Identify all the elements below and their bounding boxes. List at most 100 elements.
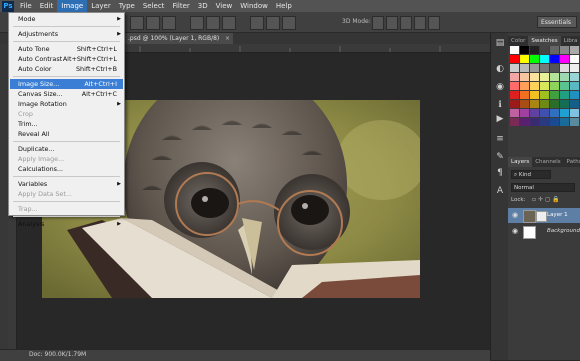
swatch[interactable] bbox=[530, 91, 539, 99]
swatch[interactable] bbox=[570, 73, 579, 81]
swatch[interactable] bbox=[520, 109, 529, 117]
swatch[interactable] bbox=[530, 55, 539, 63]
swatch[interactable] bbox=[520, 91, 529, 99]
swatch[interactable] bbox=[520, 118, 529, 126]
swatch[interactable] bbox=[550, 118, 559, 126]
swatch[interactable] bbox=[540, 73, 549, 81]
swatch[interactable] bbox=[560, 46, 569, 54]
menu-item-adjustments[interactable]: Adjustments ▶ bbox=[10, 29, 123, 39]
menu-edit[interactable]: Edit bbox=[36, 0, 58, 12]
distribute-button-4[interactable] bbox=[250, 16, 264, 30]
swatch[interactable] bbox=[570, 118, 579, 126]
swatch[interactable] bbox=[530, 109, 539, 117]
swatch[interactable] bbox=[540, 109, 549, 117]
swatch[interactable] bbox=[550, 91, 559, 99]
swatch[interactable] bbox=[550, 55, 559, 63]
swatch[interactable] bbox=[510, 64, 519, 72]
menu-item-auto-color[interactable]: Auto Color Shift+Ctrl+B bbox=[10, 64, 123, 74]
menu-item-canvas-size[interactable]: Canvas Size... Alt+Ctrl+C bbox=[10, 89, 123, 99]
swatch[interactable] bbox=[560, 100, 569, 108]
swatch[interactable] bbox=[570, 109, 579, 117]
3d-roll-button[interactable] bbox=[386, 16, 398, 30]
swatch[interactable] bbox=[530, 73, 539, 81]
swatch[interactable] bbox=[510, 109, 519, 117]
3d-rotate-button[interactable] bbox=[372, 16, 384, 30]
history-icon[interactable]: ▤ bbox=[494, 37, 506, 49]
swatch[interactable] bbox=[550, 73, 559, 81]
swatch[interactable] bbox=[510, 82, 519, 90]
swatch[interactable] bbox=[570, 82, 579, 90]
menu-item-image-rotation[interactable]: Image Rotation ▶ bbox=[10, 99, 123, 109]
eye-icon[interactable]: ◉ bbox=[512, 211, 518, 219]
swatch[interactable] bbox=[520, 64, 529, 72]
swatch[interactable] bbox=[540, 118, 549, 126]
menu-layer[interactable]: Layer bbox=[87, 0, 115, 12]
align-right-button[interactable] bbox=[162, 16, 176, 30]
swatch[interactable] bbox=[510, 55, 519, 63]
lock-icons[interactable]: ▫✛◻🔒 bbox=[532, 196, 574, 203]
tab-libraries[interactable]: Libra bbox=[561, 36, 580, 46]
blend-mode-select[interactable]: Normal bbox=[511, 183, 575, 192]
swatch[interactable] bbox=[530, 100, 539, 108]
swatch[interactable] bbox=[570, 64, 579, 72]
swatch[interactable] bbox=[550, 64, 559, 72]
swatch[interactable] bbox=[550, 82, 559, 90]
menu-image[interactable]: Image bbox=[57, 0, 88, 12]
menu-item-trim[interactable]: Trim... bbox=[10, 119, 123, 129]
swatch[interactable] bbox=[550, 100, 559, 108]
swatch[interactable] bbox=[560, 91, 569, 99]
swatch[interactable] bbox=[540, 46, 549, 54]
menu-item-calculations[interactable]: Calculations... bbox=[10, 164, 123, 174]
distribute-button-2[interactable] bbox=[206, 16, 220, 30]
swatch[interactable] bbox=[570, 46, 579, 54]
swatch[interactable] bbox=[570, 91, 579, 99]
menu-item-auto-contrast[interactable]: Auto Contrast Alt+Shift+Ctrl+L bbox=[10, 54, 123, 64]
swatch[interactable] bbox=[570, 55, 579, 63]
styles-icon[interactable]: ◉ bbox=[494, 81, 506, 93]
menu-file[interactable]: File bbox=[16, 0, 36, 12]
tab-layers[interactable]: Layers bbox=[508, 157, 533, 167]
swatch[interactable] bbox=[510, 118, 519, 126]
swatch[interactable] bbox=[510, 91, 519, 99]
tab-paths[interactable]: Paths bbox=[564, 157, 580, 167]
actions-icon[interactable]: ▶ bbox=[494, 113, 506, 125]
swatch[interactable] bbox=[540, 100, 549, 108]
swatch[interactable] bbox=[560, 73, 569, 81]
close-icon[interactable]: × bbox=[225, 33, 230, 44]
swatch[interactable] bbox=[540, 55, 549, 63]
swatch[interactable] bbox=[560, 118, 569, 126]
distribute-button-6[interactable] bbox=[282, 16, 296, 30]
menu-item-auto-tone[interactable]: Auto Tone Shift+Ctrl+L bbox=[10, 44, 123, 54]
3d-scale-button[interactable] bbox=[428, 16, 440, 30]
brush-icon[interactable]: ✎ bbox=[494, 151, 506, 163]
menu-help[interactable]: Help bbox=[272, 0, 296, 12]
info-icon[interactable]: ℹ bbox=[494, 99, 506, 111]
align-center-button[interactable] bbox=[146, 16, 160, 30]
swatch[interactable] bbox=[550, 109, 559, 117]
swatch[interactable] bbox=[560, 64, 569, 72]
swatch[interactable] bbox=[520, 73, 529, 81]
menu-window[interactable]: Window bbox=[236, 0, 272, 12]
menu-item-variables[interactable]: Variables ▶ bbox=[10, 179, 123, 189]
doc-info-text[interactable]: Doc: 900.0K/1.79M bbox=[29, 351, 86, 358]
menu-item-image-size[interactable]: Image Size... Alt+Ctrl+I bbox=[10, 79, 123, 89]
menu-3d[interactable]: 3D bbox=[194, 0, 212, 12]
swatch[interactable] bbox=[540, 91, 549, 99]
menu-select[interactable]: Select bbox=[139, 0, 169, 12]
swatch[interactable] bbox=[530, 46, 539, 54]
adjustments-icon[interactable]: ◐ bbox=[494, 63, 506, 75]
menu-view[interactable]: View bbox=[212, 0, 237, 12]
swatch[interactable] bbox=[510, 73, 519, 81]
swatch[interactable] bbox=[560, 55, 569, 63]
menu-type[interactable]: Type bbox=[115, 0, 139, 12]
tab-color[interactable]: Color bbox=[508, 36, 528, 46]
workspace-select[interactable]: Essentials bbox=[537, 16, 577, 28]
tab-swatches[interactable]: Swatches bbox=[528, 36, 561, 46]
swatch[interactable] bbox=[530, 82, 539, 90]
swatch[interactable] bbox=[510, 46, 519, 54]
swatch[interactable] bbox=[560, 109, 569, 117]
kind-filter-select[interactable]: ⌕ Kind bbox=[511, 170, 551, 179]
swatch[interactable] bbox=[570, 100, 579, 108]
layer-row-selected[interactable]: ◉ Layer 1 bbox=[508, 208, 580, 223]
eye-icon[interactable]: ◉ bbox=[512, 227, 518, 235]
